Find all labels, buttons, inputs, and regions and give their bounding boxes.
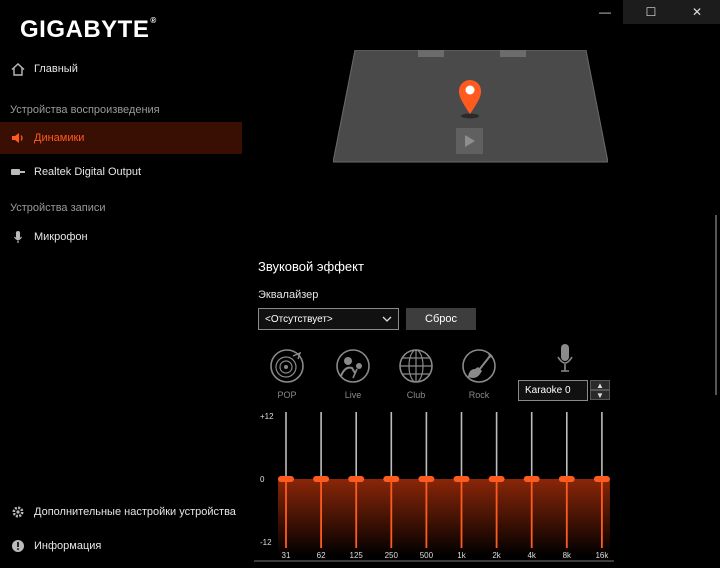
speaker-icon bbox=[10, 130, 26, 146]
app-logo: GIGABYTE® bbox=[20, 16, 157, 43]
sound-effect-title: Звуковой эффект bbox=[258, 259, 364, 274]
microphone-icon bbox=[10, 229, 26, 245]
band-frequency-label: 500 bbox=[420, 551, 434, 560]
equalizer-chart[interactable]: +12 0 -12 31 62 125 250 500 1k 2k 4k 8k 16k bbox=[254, 408, 620, 563]
speaker-stage bbox=[332, 49, 609, 166]
pop-icon bbox=[270, 349, 304, 383]
band-frequency-label: 31 bbox=[282, 551, 291, 560]
sidebar-item-info[interactable]: Информация bbox=[0, 530, 242, 562]
karaoke-stepper[interactable]: ▲ ▼ bbox=[590, 380, 610, 401]
sidebar-item-home[interactable]: Главный bbox=[0, 53, 242, 85]
preset-label: POP bbox=[277, 390, 297, 400]
minimize-button[interactable]: — bbox=[582, 0, 628, 24]
band-frequency-label: 250 bbox=[385, 551, 399, 560]
band-frequency-label: 4k bbox=[527, 551, 536, 560]
preset-live[interactable]: Live bbox=[333, 348, 373, 400]
band-slider-handle[interactable] bbox=[313, 476, 330, 482]
main-scrollbar[interactable] bbox=[715, 215, 717, 395]
preset-label: Club bbox=[406, 390, 426, 400]
band-frequency-label: 16k bbox=[595, 551, 609, 560]
band-slider-handle[interactable] bbox=[488, 476, 505, 482]
sidebar-item-label: Realtek Digital Output bbox=[34, 166, 141, 178]
sidebar: GIGABYTE® Главный Устройства воспроизвед… bbox=[0, 0, 242, 563]
band-frequency-label: 62 bbox=[317, 551, 326, 560]
rock-icon bbox=[462, 349, 496, 383]
sidebar-item-label: Главный bbox=[34, 63, 78, 75]
gear-icon bbox=[10, 504, 26, 520]
preset-label: Live bbox=[344, 390, 362, 400]
sidebar-item-microphone[interactable]: Микрофон bbox=[0, 221, 242, 253]
live-icon bbox=[336, 349, 370, 383]
sidebar-item-label: Динамики bbox=[34, 132, 85, 144]
record-section-label: Устройства записи bbox=[10, 202, 106, 214]
karaoke-microphone-icon bbox=[556, 343, 574, 378]
equalizer-select-value: <Отсутствует> bbox=[265, 313, 333, 325]
y-tick-label: 0 bbox=[260, 475, 265, 484]
sidebar-item-label: Информация bbox=[34, 540, 102, 552]
play-icon bbox=[456, 128, 483, 154]
band-slider-handle[interactable] bbox=[453, 476, 470, 482]
band-slider-handle[interactable] bbox=[383, 476, 400, 482]
right-speaker-icon bbox=[500, 50, 526, 57]
band-frequency-label: 125 bbox=[350, 551, 364, 560]
band-slider-handle[interactable] bbox=[418, 476, 435, 482]
equalizer-select[interactable]: <Отсутствует> bbox=[258, 308, 399, 330]
sidebar-item-speakers[interactable]: Динамики bbox=[0, 122, 242, 154]
band-slider-handle[interactable] bbox=[558, 476, 575, 482]
preset-pop[interactable]: POP bbox=[267, 348, 307, 400]
sidebar-item-label: Дополнительные настройки устройства bbox=[34, 506, 236, 518]
y-tick-label: -12 bbox=[260, 538, 272, 547]
sidebar-item-advanced-settings[interactable]: Дополнительные настройки устройства bbox=[0, 496, 242, 528]
sidebar-item-digital-output[interactable]: Realtek Digital Output bbox=[0, 156, 242, 188]
window-controls: — ☐ ✕ bbox=[582, 0, 720, 24]
chevron-down-icon bbox=[382, 314, 392, 325]
left-speaker-icon bbox=[418, 50, 444, 57]
band-frequency-label: 2k bbox=[492, 551, 501, 560]
band-slider-handle[interactable] bbox=[523, 476, 540, 482]
home-icon bbox=[10, 61, 26, 77]
info-icon bbox=[10, 538, 26, 554]
equalizer-label: Эквалайзер bbox=[258, 289, 319, 301]
band-frequency-label: 1k bbox=[457, 551, 466, 560]
digital-output-icon bbox=[10, 164, 26, 180]
close-button[interactable]: ✕ bbox=[674, 0, 720, 24]
reset-button[interactable]: Сброс bbox=[406, 308, 476, 330]
preset-rock[interactable]: Rock bbox=[459, 348, 499, 400]
preset-club[interactable]: Club bbox=[396, 348, 436, 400]
stepper-down-button[interactable]: ▼ bbox=[590, 390, 610, 400]
playback-section-label: Устройства воспроизведения bbox=[10, 104, 160, 116]
karaoke-field[interactable]: Karaoke 0 bbox=[518, 380, 588, 401]
club-icon bbox=[399, 349, 433, 383]
stepper-up-button[interactable]: ▲ bbox=[590, 380, 610, 390]
preset-label: Rock bbox=[468, 390, 490, 400]
equalizer-fill bbox=[278, 479, 610, 556]
band-slider-handle[interactable] bbox=[348, 476, 365, 482]
sidebar-item-label: Микрофон bbox=[34, 231, 88, 243]
band-slider-handle[interactable] bbox=[278, 476, 294, 482]
band-frequency-label: 8k bbox=[563, 551, 572, 560]
maximize-button[interactable]: ☐ bbox=[628, 0, 674, 24]
band-slider-handle[interactable] bbox=[593, 476, 610, 482]
y-tick-label: +12 bbox=[260, 412, 274, 421]
